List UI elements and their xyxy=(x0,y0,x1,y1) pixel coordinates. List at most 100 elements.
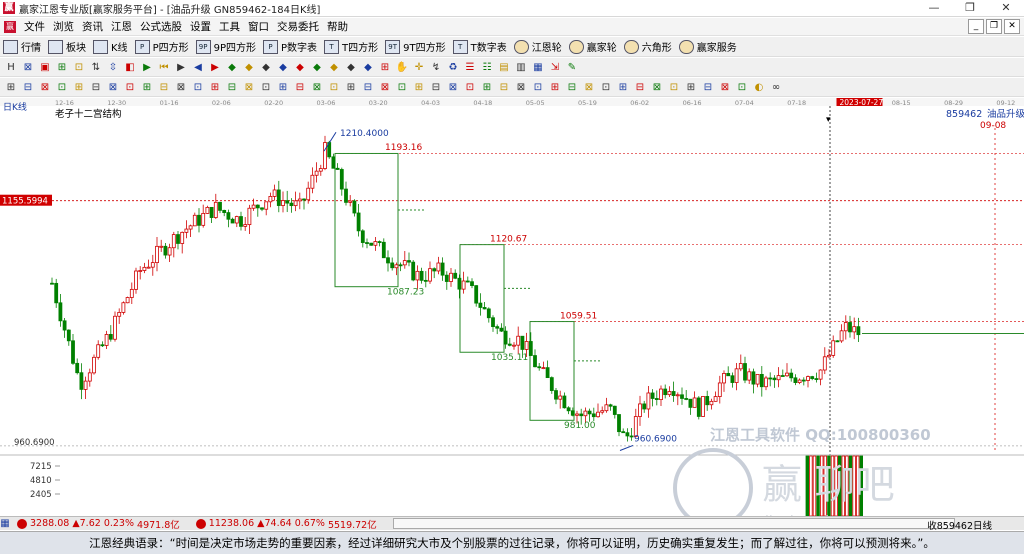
toolbar3-tool-icon[interactable]: ⊡ xyxy=(191,81,205,94)
toolbar2-tool-icon[interactable]: ⇳ xyxy=(106,61,120,74)
toolbar-button-3[interactable]: P P四方形 xyxy=(132,38,193,56)
menu-gann[interactable]: 江恩 xyxy=(107,19,136,35)
toolbar3-tool-icon[interactable]: ⊞ xyxy=(548,81,562,94)
toolbar2-tool-icon[interactable]: ▤ xyxy=(497,61,511,74)
toolbar3-tool-icon[interactable]: ⊞ xyxy=(480,81,494,94)
toolbar3-tool-icon[interactable]: ⊠ xyxy=(310,81,324,94)
toolbar3-tool-icon[interactable]: ⊟ xyxy=(157,81,171,94)
toolbar3-tool-icon[interactable]: ⊠ xyxy=(718,81,732,94)
toolbar2-tool-icon[interactable]: ⊡ xyxy=(72,61,86,74)
toolbar3-tool-icon[interactable]: ∞ xyxy=(769,81,783,94)
toolbar2-tool-icon[interactable]: ✋ xyxy=(395,61,409,74)
toolbar3-tool-icon[interactable]: ⊡ xyxy=(55,81,69,94)
toolbar3-tool-icon[interactable]: ⊞ xyxy=(4,81,18,94)
toolbar3-tool-icon[interactable]: ⊟ xyxy=(225,81,239,94)
toolbar-button-5[interactable]: P P数字表 xyxy=(260,38,321,56)
menu-trade[interactable]: 交易委托 xyxy=(273,19,323,35)
toolbar3-tool-icon[interactable]: ⊟ xyxy=(633,81,647,94)
toolbar3-tool-icon[interactable]: ⊞ xyxy=(276,81,290,94)
toolbar3-tool-icon[interactable]: ⊡ xyxy=(531,81,545,94)
index-shenzhen[interactable]: 11238.06 ▲74.64 0.67% 5519.72亿 xyxy=(192,517,377,531)
toolbar3-tool-icon[interactable]: ⊠ xyxy=(446,81,460,94)
close-button[interactable]: ✕ xyxy=(988,0,1024,17)
toolbar3-tool-icon[interactable]: ⊟ xyxy=(293,81,307,94)
toolbar2-tool-icon[interactable]: ◆ xyxy=(276,61,290,74)
toolbar2-tool-icon[interactable]: H xyxy=(4,61,18,74)
toolbar3-tool-icon[interactable]: ⊠ xyxy=(242,81,256,94)
horizontal-scrollbar[interactable] xyxy=(392,518,955,529)
toolbar2-tool-icon[interactable]: ✎ xyxy=(565,61,579,74)
toolbar2-tool-icon[interactable]: ▶ xyxy=(208,61,222,74)
toolbar2-tool-icon[interactable]: ⏮ xyxy=(157,61,171,74)
toolbar3-tool-icon[interactable]: ⊡ xyxy=(667,81,681,94)
kline-chart-area[interactable]: 12-16 12-30 01-16 02-06 02-20 03-06 03-20 04-03… xyxy=(0,98,1024,530)
menu-file[interactable]: 文件 xyxy=(20,19,49,35)
toolbar3-tool-icon[interactable]: ⊟ xyxy=(565,81,579,94)
toolbar2-tool-icon[interactable]: ◆ xyxy=(361,61,375,74)
mdi-close-button[interactable]: ✕ xyxy=(1004,19,1020,34)
toolbar2-tool-icon[interactable]: ◆ xyxy=(225,61,239,74)
toolbar2-tool-icon[interactable]: ☰ xyxy=(463,61,477,74)
toolbar-button-7[interactable]: 9T 9T四方形 xyxy=(382,38,449,56)
toolbar-button-9[interactable]: 江恩轮 xyxy=(511,38,566,56)
toolbar2-tool-icon[interactable]: ◆ xyxy=(327,61,341,74)
toolbar-button-8[interactable]: T T数字表 xyxy=(450,38,511,56)
toolbar3-tool-icon[interactable]: ⊞ xyxy=(208,81,222,94)
toolbar3-tool-icon[interactable]: ⊟ xyxy=(497,81,511,94)
toolbar3-tool-icon[interactable]: ⊟ xyxy=(361,81,375,94)
toolbar2-tool-icon[interactable]: ♻ xyxy=(446,61,460,74)
toolbar3-tool-icon[interactable]: ⊡ xyxy=(463,81,477,94)
toolbar2-tool-icon[interactable]: ✛ xyxy=(412,61,426,74)
maximize-button[interactable]: ❐ xyxy=(952,0,988,17)
toolbar3-tool-icon[interactable]: ⊞ xyxy=(344,81,358,94)
toolbar2-tool-icon[interactable]: ◆ xyxy=(293,61,307,74)
toolbar2-tool-icon[interactable]: ⇅ xyxy=(89,61,103,74)
toolbar3-tool-icon[interactable]: ◐ xyxy=(752,81,766,94)
kline-chart[interactable]: 12-16 12-30 01-16 02-06 02-20 03-06 03-20 04-03… xyxy=(0,98,1024,530)
toolbar3-tool-icon[interactable]: ⊡ xyxy=(123,81,137,94)
toolbar3-tool-icon[interactable]: ⊡ xyxy=(395,81,409,94)
toolbar3-tool-icon[interactable]: ⊠ xyxy=(378,81,392,94)
toolbar-button-11[interactable]: 六角形 xyxy=(621,38,676,56)
toolbar3-tool-icon[interactable]: ⊟ xyxy=(701,81,715,94)
toolbar3-tool-icon[interactable]: ⊠ xyxy=(106,81,120,94)
toolbar2-tool-icon[interactable]: ◆ xyxy=(344,61,358,74)
toolbar3-tool-icon[interactable]: ⊠ xyxy=(174,81,188,94)
toolbar2-tool-icon[interactable]: ◀ xyxy=(191,61,205,74)
toolbar-button-4[interactable]: 9P 9P四方形 xyxy=(193,38,260,56)
menu-tools[interactable]: 工具 xyxy=(215,19,244,35)
toolbar3-tool-icon[interactable]: ⊠ xyxy=(38,81,52,94)
toolbar3-tool-icon[interactable]: ⊠ xyxy=(514,81,528,94)
toolbar3-tool-icon[interactable]: ⊟ xyxy=(89,81,103,94)
toolbar3-tool-icon[interactable]: ⊞ xyxy=(140,81,154,94)
toolbar2-tool-icon[interactable]: ◧ xyxy=(123,61,137,74)
toolbar3-tool-icon[interactable]: ⊞ xyxy=(616,81,630,94)
toolbar2-tool-icon[interactable]: ⊞ xyxy=(55,61,69,74)
toolbar2-tool-icon[interactable]: ▣ xyxy=(38,61,52,74)
toolbar3-tool-icon[interactable]: ⊡ xyxy=(259,81,273,94)
menu-formula[interactable]: 公式选股 xyxy=(136,19,186,35)
toolbar3-tool-icon[interactable]: ⊡ xyxy=(735,81,749,94)
menu-window[interactable]: 窗口 xyxy=(244,19,273,35)
toolbar3-tool-icon[interactable]: ⊟ xyxy=(21,81,35,94)
toolbar-button-0[interactable]: 行情 xyxy=(0,38,45,56)
menu-settings[interactable]: 设置 xyxy=(186,19,215,35)
toolbar3-tool-icon[interactable]: ⊞ xyxy=(684,81,698,94)
toolbar3-tool-icon[interactable]: ⊟ xyxy=(429,81,443,94)
mdi-minimize-button[interactable]: _ xyxy=(968,19,984,34)
menu-info[interactable]: 资讯 xyxy=(78,19,107,35)
toolbar2-tool-icon[interactable]: ◆ xyxy=(259,61,273,74)
toolbar2-tool-icon[interactable]: ▦ xyxy=(531,61,545,74)
menu-browse[interactable]: 浏览 xyxy=(49,19,78,35)
index-shanghai[interactable]: ▦ 3288.08 ▲7.62 0.23% 4971.8亿 xyxy=(0,517,180,531)
toolbar2-tool-icon[interactable]: ⇲ xyxy=(548,61,562,74)
toolbar2-tool-icon[interactable]: ▥ xyxy=(514,61,528,74)
toolbar3-tool-icon[interactable]: ⊡ xyxy=(327,81,341,94)
toolbar-button-1[interactable]: 板块 xyxy=(45,38,90,56)
toolbar3-tool-icon[interactable]: ⊠ xyxy=(582,81,596,94)
toolbar3-tool-icon[interactable]: ⊠ xyxy=(650,81,664,94)
toolbar2-tool-icon[interactable]: ⊞ xyxy=(378,61,392,74)
toolbar-button-2[interactable]: K线 xyxy=(90,38,132,56)
toolbar2-tool-icon[interactable]: ◆ xyxy=(310,61,324,74)
toolbar2-tool-icon[interactable]: ◆ xyxy=(242,61,256,74)
